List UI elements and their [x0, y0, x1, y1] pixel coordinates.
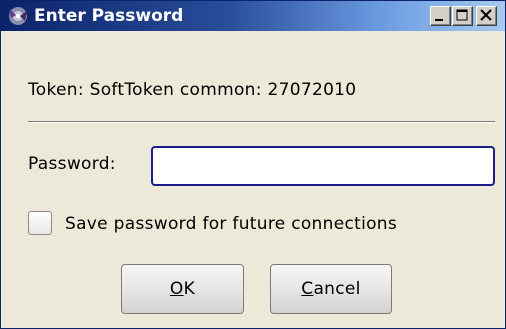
token-info: Token: SoftToken common: 27072010 [28, 80, 357, 100]
cancel-label-rest: ancel [313, 279, 361, 299]
close-button[interactable] [476, 6, 497, 26]
app-icon [9, 7, 27, 25]
window-title: Enter Password [34, 6, 184, 26]
cancel-mnemonic: C [301, 279, 314, 299]
title-bar[interactable]: Enter Password [1, 1, 505, 31]
separator [28, 121, 495, 123]
maximize-icon [456, 9, 468, 21]
cancel-button[interactable]: Cancel [270, 264, 392, 314]
minimize-button[interactable] [430, 6, 451, 26]
minimize-icon [435, 19, 443, 21]
ok-button[interactable]: OK [121, 264, 244, 314]
password-label: Password: [28, 154, 116, 174]
ok-label-rest: K [183, 279, 196, 299]
ok-mnemonic: O [169, 279, 184, 299]
password-dialog: Enter Password Token: SoftToken common: … [0, 0, 506, 329]
close-icon [480, 9, 492, 21]
save-password-label[interactable]: Save password for future connections [65, 214, 397, 234]
password-input[interactable] [151, 146, 495, 186]
save-password-checkbox[interactable] [28, 211, 52, 235]
maximize-button[interactable] [452, 6, 473, 26]
